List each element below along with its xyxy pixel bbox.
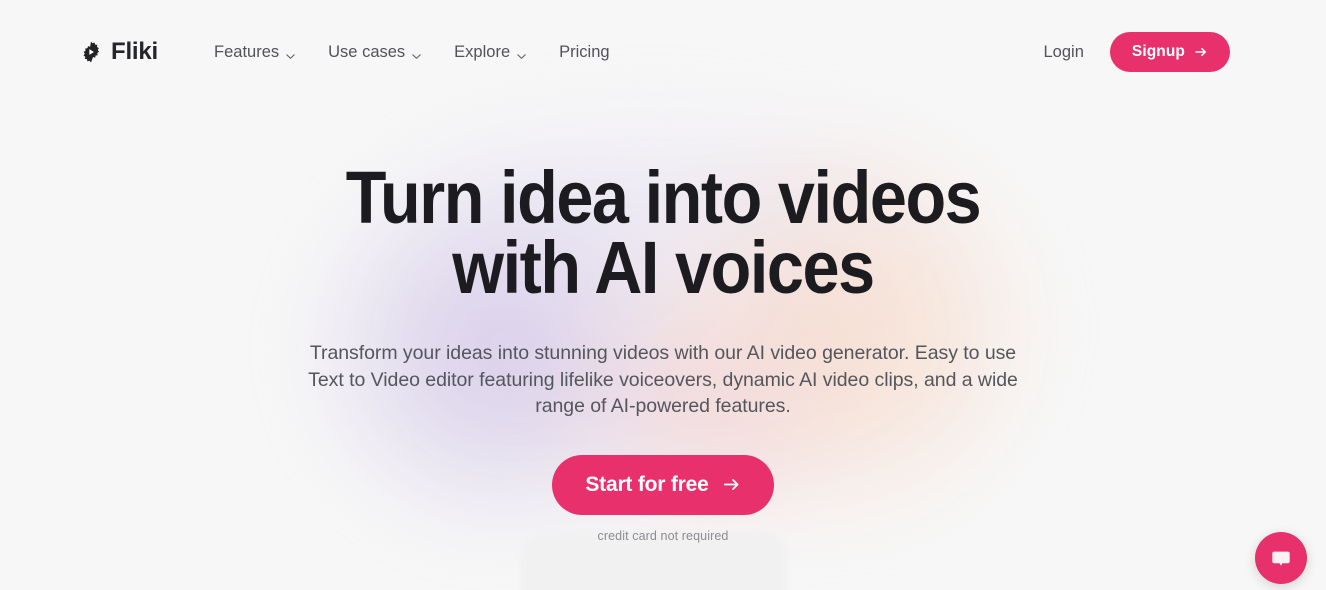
site-header: Fliki Features Use cases Explore Pricing…: [0, 0, 1326, 104]
primary-navigation: Features Use cases Explore Pricing: [198, 37, 626, 68]
nav-item-features[interactable]: Features: [198, 37, 312, 68]
arrow-right-icon: [722, 475, 741, 494]
chevron-down-icon: [285, 48, 296, 59]
nav-item-pricing[interactable]: Pricing: [543, 37, 625, 68]
brand-name: Fliki: [111, 38, 159, 65]
chat-widget-button[interactable]: [1255, 532, 1307, 584]
page-title: Turn idea into videos with AI voices: [66, 156, 1259, 309]
cta-note: credit card not required: [597, 528, 729, 543]
chat-bubble-icon: [1269, 546, 1293, 570]
chevron-down-icon: [411, 48, 422, 59]
signup-button[interactable]: Signup: [1109, 32, 1230, 72]
header-actions: Login Signup: [1044, 32, 1230, 72]
gear-play-icon: [80, 41, 102, 63]
nav-item-label: Features: [214, 42, 280, 61]
brand-logo-link[interactable]: Fliki: [80, 40, 158, 64]
arrow-right-icon: [1194, 45, 1208, 59]
hero-section: Turn idea into videos with AI voices Tra…: [0, 104, 1326, 543]
nav-item-label: Pricing: [559, 42, 610, 61]
hero-subtitle: Transform your ideas into stunning video…: [308, 341, 1018, 418]
login-link[interactable]: Login: [1044, 43, 1084, 62]
start-for-free-button[interactable]: Start for free: [552, 454, 774, 515]
signup-button-label: Signup: [1131, 43, 1185, 60]
nav-item-use-cases[interactable]: Use cases: [312, 37, 438, 68]
nav-item-explore[interactable]: Explore: [438, 37, 543, 68]
page-title-line-2: with AI voices: [452, 225, 875, 309]
nav-item-label: Explore: [454, 42, 511, 61]
nav-item-label: Use cases: [328, 42, 406, 61]
start-for-free-label: Start for free: [585, 472, 709, 496]
hero-cta-group: Start for free credit card not required: [0, 454, 1326, 543]
page-title-line-1: Turn idea into videos: [345, 156, 982, 239]
chevron-down-icon: [516, 48, 527, 59]
